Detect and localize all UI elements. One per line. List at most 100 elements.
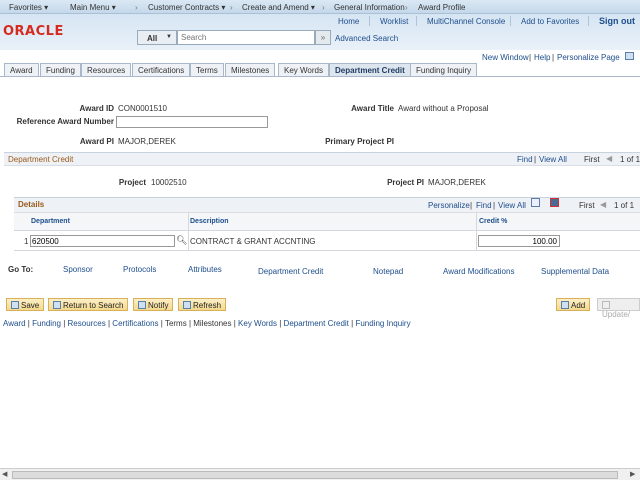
bottom-link-department-credit[interactable]: Department Credit: [284, 319, 349, 328]
details-count: 1 of 1: [614, 201, 635, 210]
divider: [369, 16, 370, 26]
goto-protocols[interactable]: Protocols: [123, 265, 156, 274]
tab-resources[interactable]: Resources: [81, 63, 132, 77]
search-input[interactable]: [177, 30, 315, 45]
scrollbar-thumb[interactable]: [12, 471, 618, 479]
award-title-label: Award Title: [351, 104, 394, 113]
tab-funding[interactable]: Funding: [40, 63, 81, 77]
multichannel-console-link[interactable]: MultiChannel Console: [427, 17, 505, 26]
divider: |: [493, 201, 496, 210]
tab-milestones[interactable]: Milestones: [225, 63, 276, 77]
reference-award-number-input[interactable]: [116, 116, 268, 128]
details-column-headers: [14, 213, 640, 231]
add-button[interactable]: Add: [556, 298, 591, 311]
breadcrumb-general-info[interactable]: General Information: [334, 3, 405, 12]
sign-out-link[interactable]: Sign out: [599, 16, 635, 26]
horizontal-scrollbar[interactable]: ◀ ▶: [0, 468, 640, 480]
help-link[interactable]: Help: [534, 53, 550, 62]
previous-icon[interactable]: ◀: [600, 200, 606, 209]
save-button[interactable]: Save: [6, 298, 45, 311]
row-number: 1: [24, 237, 29, 246]
divider: [14, 250, 640, 251]
tab-key-words[interactable]: Key Words: [278, 63, 329, 77]
bottom-link-resources[interactable]: Resources: [68, 319, 106, 328]
bottom-link-certifications[interactable]: Certifications: [112, 319, 158, 328]
refresh-button[interactable]: Refresh: [178, 298, 227, 311]
goto-award-modifications[interactable]: Award Modifications: [443, 267, 514, 276]
update-label: Update/: [602, 310, 631, 319]
divider: |: [470, 201, 473, 210]
personalize-page-link[interactable]: Personalize Page: [557, 53, 620, 62]
tab-department-credit[interactable]: Department Credit: [329, 63, 411, 77]
main-menu[interactable]: Main Menu ▾: [70, 3, 116, 12]
search-scope-select[interactable]: All ▼: [137, 30, 177, 45]
reference-award-number-label: Reference Award Number: [16, 117, 114, 126]
return-to-search-button[interactable]: Return to Search: [48, 298, 129, 311]
refresh-icon: [183, 301, 191, 309]
details-view-all-link[interactable]: View All: [498, 201, 526, 210]
breadcrumb-sep: ›: [405, 3, 408, 12]
tab-funding-inquiry[interactable]: Funding Inquiry: [410, 63, 478, 77]
breadcrumb-create-amend[interactable]: Create and Amend ▾: [242, 3, 315, 12]
favorites-menu[interactable]: Favorites ▾: [9, 3, 48, 12]
chevron-down-icon: ▼: [166, 34, 172, 40]
award-title-value: Award without a Proposal: [398, 104, 489, 113]
add-to-favorites-link[interactable]: Add to Favorites: [521, 17, 579, 26]
divider: [476, 213, 477, 251]
column-description[interactable]: Description: [190, 218, 229, 225]
download-excel-icon[interactable]: [550, 198, 559, 207]
bottom-link-award[interactable]: Award: [3, 319, 26, 328]
dept-first-label: First: [584, 155, 600, 164]
bottom-link-terms[interactable]: Terms: [165, 319, 187, 328]
project-pi-value: MAJOR,DEREK: [428, 178, 486, 187]
scroll-left-icon[interactable]: ◀: [2, 470, 7, 478]
goto-notepad[interactable]: Notepad: [373, 267, 403, 276]
previous-icon[interactable]: ◀: [606, 154, 612, 163]
goto-sponsor[interactable]: Sponsor: [63, 265, 93, 274]
new-window-link[interactable]: New Window: [482, 53, 529, 62]
dept-view-all-link[interactable]: View All: [539, 155, 567, 164]
goto-department-credit[interactable]: Department Credit: [258, 267, 323, 276]
details-personalize-link[interactable]: Personalize: [428, 201, 470, 210]
worklist-link[interactable]: Worklist: [380, 17, 408, 26]
breadcrumb-sep: ›: [135, 3, 138, 12]
notify-button[interactable]: Notify: [133, 298, 174, 311]
bottom-link-milestones[interactable]: Milestones: [193, 319, 231, 328]
bottom-link-key-words[interactable]: Key Words: [238, 319, 277, 328]
column-credit-percent[interactable]: Credit %: [479, 218, 507, 225]
goto-supplemental-data[interactable]: Supplemental Data: [541, 267, 609, 276]
tab-terms[interactable]: Terms: [190, 63, 224, 77]
advanced-search-link[interactable]: Advanced Search: [335, 34, 398, 43]
add-label: Add: [571, 301, 586, 310]
page-layout-icon[interactable]: [625, 52, 634, 60]
notify-label: Notify: [148, 301, 169, 310]
award-id-label: Award ID: [79, 104, 114, 113]
home-link[interactable]: Home: [338, 17, 359, 26]
breadcrumb-sep: ›: [230, 3, 233, 12]
search-go-button[interactable]: »: [315, 30, 331, 45]
bottom-link-funding-inquiry[interactable]: Funding Inquiry: [355, 319, 410, 328]
tab-certifications[interactable]: Certifications: [132, 63, 191, 77]
bottom-link-funding[interactable]: Funding: [32, 319, 61, 328]
dept-find-link[interactable]: Find: [517, 155, 533, 164]
return-label: Return to Search: [63, 301, 124, 310]
department-input[interactable]: [30, 235, 175, 247]
tab-award[interactable]: Award: [4, 63, 39, 77]
breadcrumb-award-profile: Award Profile: [418, 3, 466, 12]
lookup-search-icon[interactable]: 🔍︎: [176, 235, 187, 246]
scroll-right-icon[interactable]: ▶: [630, 470, 635, 478]
award-pi-value: MAJOR,DEREK: [118, 137, 176, 146]
column-department[interactable]: Department: [31, 218, 70, 225]
goto-attributes[interactable]: Attributes: [188, 265, 222, 274]
details-find-link[interactable]: Find: [476, 201, 492, 210]
breadcrumb-customer-contracts[interactable]: Customer Contracts ▾: [148, 3, 225, 12]
add-icon: [561, 301, 569, 309]
dept-count: 1 of 1: [620, 155, 640, 164]
zoom-grid-icon[interactable]: [531, 198, 540, 207]
divider: |: [534, 155, 537, 164]
details-first-label: First: [579, 201, 595, 210]
notify-icon: [138, 301, 146, 309]
project-pi-label: Project PI: [387, 178, 424, 187]
credit-percent-input[interactable]: [478, 235, 560, 247]
project-label: Project: [118, 178, 146, 187]
